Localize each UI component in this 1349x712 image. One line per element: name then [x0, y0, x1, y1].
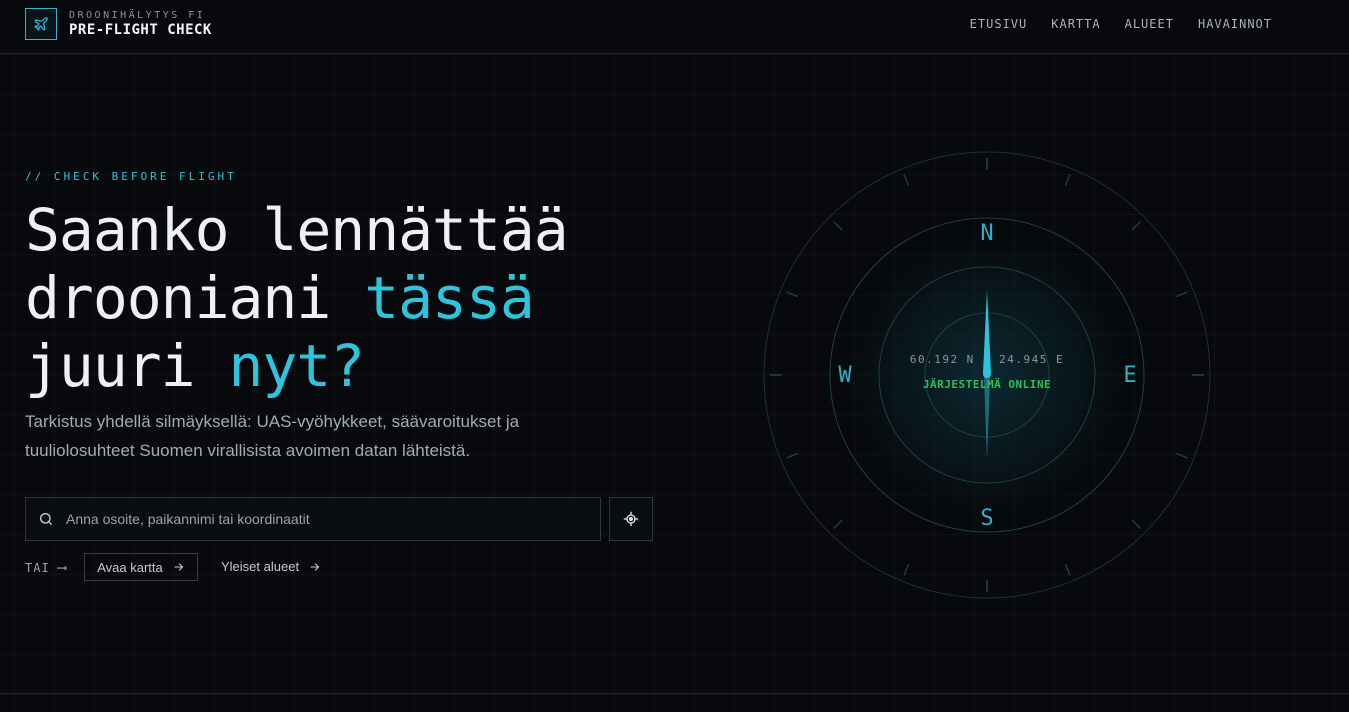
- compass-tick: [903, 564, 910, 576]
- nav-item-kartta[interactable]: KARTTA: [1051, 17, 1100, 31]
- hero-subtitle: Tarkistus yhdellä silmäyksellä: UAS-vyöh…: [25, 412, 520, 460]
- top-header: DROONIHÄLYTYS FI PRE-FLIGHT CHECK ETUSIV…: [0, 0, 1349, 54]
- hero-eyebrow: // CHECK BEFORE FLIGHT: [25, 170, 237, 183]
- headline-line-1: Saanko lennättää: [25, 196, 569, 264]
- compass-graphic: N S E W: [763, 151, 1211, 599]
- compass-tick: [1131, 221, 1141, 231]
- headline-line-2: drooniani: [25, 264, 365, 332]
- arrow-right-icon: ⟶: [57, 560, 68, 576]
- nav-item-havainnot[interactable]: HAVAINNOT: [1198, 17, 1272, 31]
- public-areas-link[interactable]: Yleiset alueet: [221, 559, 321, 574]
- arrow-right-icon: [310, 562, 320, 571]
- compass-tick: [833, 221, 843, 231]
- public-areas-label: Yleiset alueet: [221, 559, 300, 574]
- compass-tick: [786, 452, 798, 459]
- search-bar: [25, 497, 601, 541]
- open-map-button[interactable]: Avaa kartta: [84, 553, 198, 581]
- headline-line-3: juuri: [25, 332, 229, 400]
- logo[interactable]: [25, 8, 57, 40]
- compass-tick: [903, 174, 910, 186]
- headline-accent-tassa: tässä: [364, 264, 535, 332]
- nav-item-alueet[interactable]: ALUEET: [1125, 17, 1174, 31]
- system-status: JÄRJESTELMÄ ONLINE: [922, 378, 1052, 391]
- hero-headline: Saanko lennättää drooniani tässä juuri n…: [25, 196, 569, 400]
- arrow-right-icon: [174, 563, 183, 571]
- compass-tick: [1064, 564, 1071, 576]
- open-map-label: Avaa kartta: [97, 559, 163, 575]
- brand-subtitle: DROONIHÄLYTYS FI: [69, 10, 206, 21]
- compass-north: N: [980, 221, 993, 246]
- compass-tick: [1131, 519, 1141, 529]
- compass-south: S: [980, 506, 993, 531]
- compass-center: [983, 370, 991, 378]
- compass-tick: [786, 291, 798, 298]
- search-icon: [38, 511, 54, 527]
- compass-tick: [1176, 291, 1188, 298]
- compass-tick: [833, 519, 843, 529]
- or-text: TAI: [25, 561, 50, 575]
- main-nav: ETUSIVU KARTTA ALUEET HAVAINNOT: [970, 17, 1272, 31]
- or-label: TAI ⟶: [25, 560, 67, 576]
- crosshair-icon: [623, 511, 639, 527]
- coordinates-readout: 60.192 N · 24.945 E: [909, 353, 1065, 366]
- nav-item-etusivu[interactable]: ETUSIVU: [970, 17, 1028, 31]
- compass-tick: [1064, 174, 1071, 186]
- brand-title[interactable]: PRE-FLIGHT CHECK: [69, 22, 212, 38]
- headline-accent-nyt: nyt?: [228, 332, 366, 400]
- search-input[interactable]: [66, 511, 600, 527]
- compass-tick: [1176, 452, 1188, 459]
- footer-divider: [0, 693, 1349, 694]
- compass-widget: N S E W 60.192 N · 24.945 E JÄRJESTELMÄ …: [762, 150, 1212, 600]
- locate-button[interactable]: [609, 497, 653, 541]
- plane-icon: [34, 17, 48, 31]
